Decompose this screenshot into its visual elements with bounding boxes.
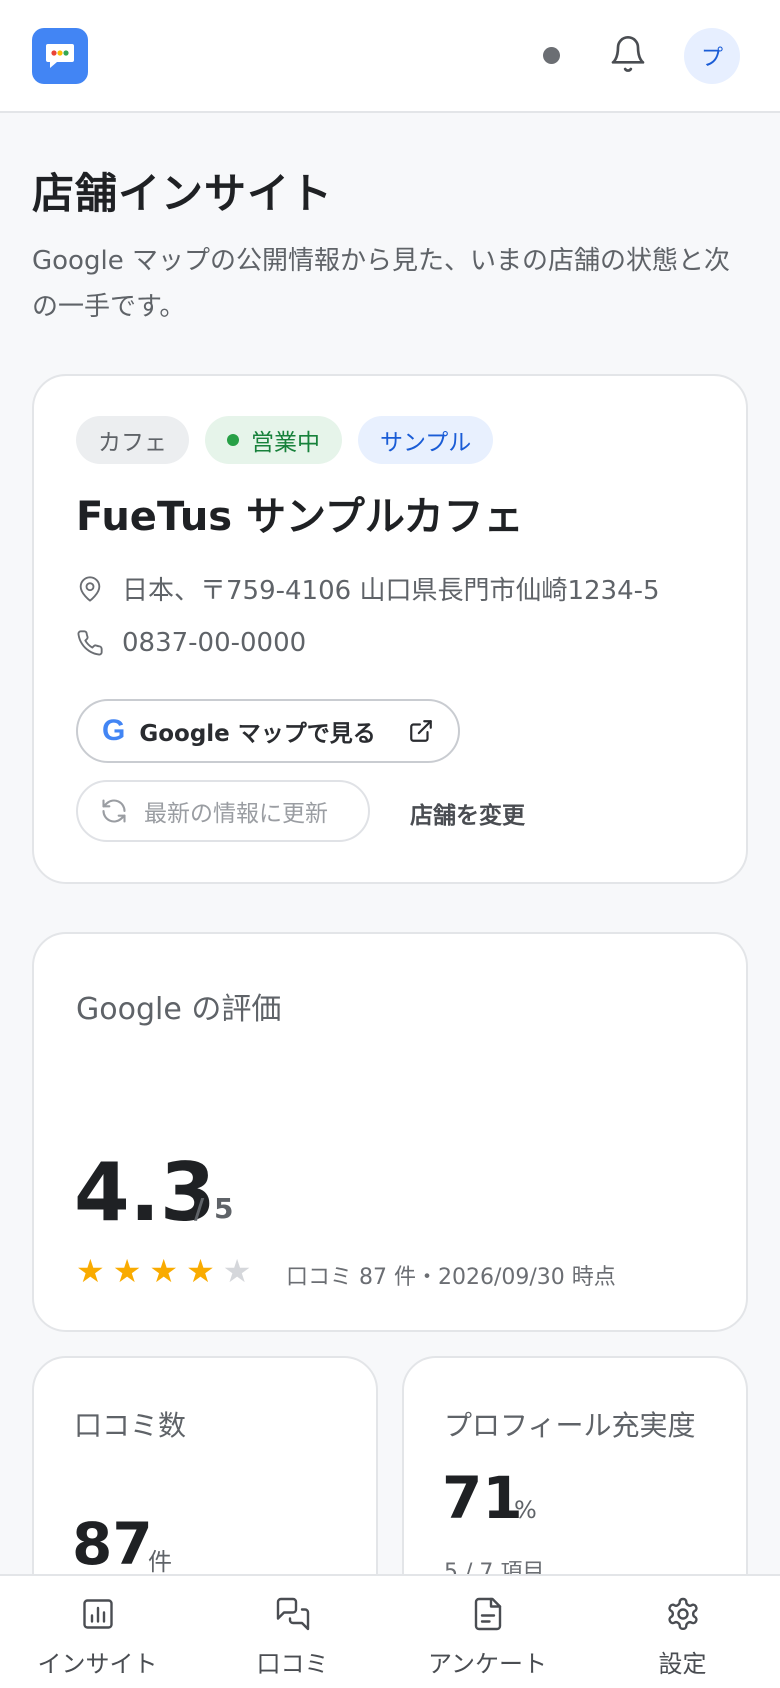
star-icon: ★ [76,1252,105,1290]
chat-icon [276,1597,309,1631]
star-icon: ★ [186,1252,215,1290]
google-g-icon: G [102,714,126,747]
bottom-nav: インサイト 口コミ アンケート 設定 [0,1574,780,1688]
store-address: 日本、〒759-4106 山口県長門市仙崎1234-5 [122,576,660,606]
change-store-link[interactable]: 店舗を変更 [410,796,525,830]
rating-max: / 5 [194,1192,234,1225]
google-maps-button-label: Google マップで見る [139,721,376,747]
category-chip: カフェ [76,416,189,464]
nav-insight[interactable]: インサイト [0,1576,195,1688]
star-icon: ★ [149,1252,179,1290]
gear-icon [667,1597,698,1631]
refresh-button-label: 最新の情報に更新 [144,801,328,827]
rating-label: Google の評価 [76,992,282,1027]
profile-completeness-value: 71 [442,1464,523,1532]
page-subtitle: Google マップの公開情報から見た、いまの店舗の状態と次の一手です。 [32,246,730,322]
nav-reviews[interactable]: 口コミ [195,1576,390,1688]
app-logo[interactable] [32,28,88,84]
rating-meta: 口コミ 87 件・2026/09/30 時点 [286,1265,616,1290]
review-count-value: 87 [72,1510,153,1578]
nav-reviews-label: 口コミ [256,1650,329,1678]
store-card: カフェ 営業中 サンプル FueTus サンプルカフェ 日本、〒759-4106… [32,374,748,884]
review-count-unit: 件 [148,1548,172,1576]
chart-icon [82,1599,113,1629]
google-maps-button[interactable]: G Google マップで見る [76,699,460,763]
bell-icon [611,36,645,72]
star-icon: ★ [222,1252,252,1290]
page-title: 店舗インサイト [32,169,334,218]
star-icon: ★ [112,1252,142,1290]
rating-stars: ★ ★ ★ ★ ★ [76,1254,251,1288]
location-pin-icon [79,575,101,602]
store-name: FueTus サンプルカフェ [76,494,524,540]
connection-status-dot [543,47,560,64]
nav-survey[interactable]: アンケート [390,1576,585,1688]
notification-button[interactable] [608,34,648,74]
store-phone[interactable]: 0837-00-0000 [122,628,306,658]
store-phone-row: 0837-00-0000 [76,628,306,658]
external-link-icon [410,720,432,742]
refresh-icon [102,799,126,823]
store-address-row: 日本、〒759-4106 山口県長門市仙崎1234-5 [76,570,660,607]
top-bar: プ [0,0,780,113]
chat-bubble-icon [46,44,74,68]
open-status-label: 営業中 [251,430,320,456]
store-chips: カフェ 営業中 サンプル [76,416,494,464]
phone-icon [77,630,103,656]
sample-chip: サンプル [358,416,494,464]
open-status-chip: 営業中 [205,416,342,464]
nav-survey-label: アンケート [427,1650,548,1678]
document-icon [474,1597,501,1631]
nav-settings-label: 設定 [658,1650,707,1678]
nav-settings[interactable]: 設定 [585,1576,780,1688]
open-dot-icon [227,434,239,446]
profile-completeness-unit: % [514,1496,537,1524]
review-count-label: 口コミ数 [74,1409,187,1442]
refresh-button[interactable]: 最新の情報に更新 [76,780,370,842]
profile-completeness-label: プロフィール充実度 [444,1409,696,1442]
avatar[interactable]: プ [684,28,740,84]
rating-card: Google の評価 4.3 / 5 ★ ★ ★ ★ ★ 口コミ 87 件・2026/0… [32,932,748,1332]
nav-insight-label: インサイト [37,1650,158,1678]
